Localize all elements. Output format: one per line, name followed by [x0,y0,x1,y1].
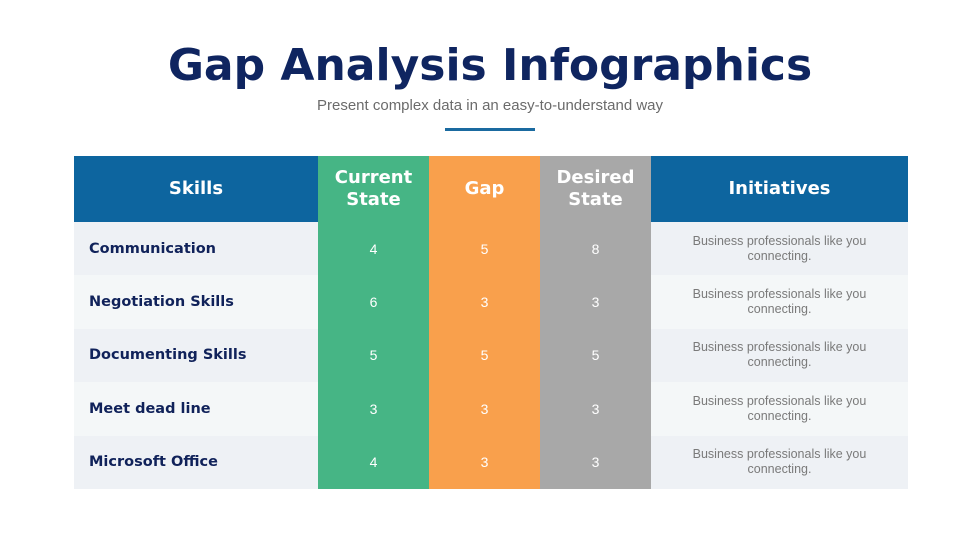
header-initiatives: Initiatives [651,156,908,222]
initiative-cell: Business professionals like you connecti… [651,382,908,436]
desired-state-cell: 3 [591,294,600,311]
skill-cell: Microsoft Office [74,435,318,489]
initiative-cell: Business professionals like you connecti… [651,222,908,276]
skills-column: Skills Communication Negotiation Skills Do… [74,156,318,489]
header-current-state: Current State [334,167,413,210]
current-state-cell: 3 [369,400,378,417]
desired-state-column: Desired State 8 3 5 3 3 [540,156,651,489]
page-subtitle: Present complex data in an easy-to-under… [316,97,664,114]
skill-cell: Communication [74,222,318,276]
gap-cell: 5 [480,240,489,257]
gap-cell: 3 [480,454,489,471]
current-state-cell: 4 [369,454,378,471]
initiative-cell: Business professionals like you connecti… [651,435,908,489]
desired-state-cell: 3 [591,400,600,417]
current-state-cell: 5 [369,347,378,364]
page-title: Gap Analysis Infographics [167,40,813,91]
header-desired-state: Desired State [556,167,635,210]
skill-cell: Meet dead line [74,382,318,436]
title-divider [445,128,535,131]
header-skills: Skills [74,156,318,222]
current-state-cell: 6 [369,294,378,311]
gap-analysis-table: Skills Communication Negotiation Skills Do… [74,156,908,489]
desired-state-cell: 8 [591,240,600,257]
initiatives-column: Initiatives Business professionals like … [651,156,908,489]
initiative-cell: Business professionals like you connecti… [651,275,908,329]
desired-state-cell: 3 [591,454,600,471]
current-state-cell: 4 [369,240,378,257]
skill-cell: Documenting Skills [74,328,318,383]
gap-cell: 3 [480,400,489,417]
gap-cell: 3 [480,294,489,311]
gap-cell: 5 [480,347,489,364]
current-state-column: Current State 4 6 5 3 4 [318,156,429,489]
initiative-cell: Business professionals like you connecti… [651,328,908,383]
desired-state-cell: 5 [591,347,600,364]
gap-column: Gap 5 3 5 3 3 [429,156,540,489]
skill-cell: Negotiation Skills [74,275,318,329]
header-gap: Gap [464,178,505,199]
